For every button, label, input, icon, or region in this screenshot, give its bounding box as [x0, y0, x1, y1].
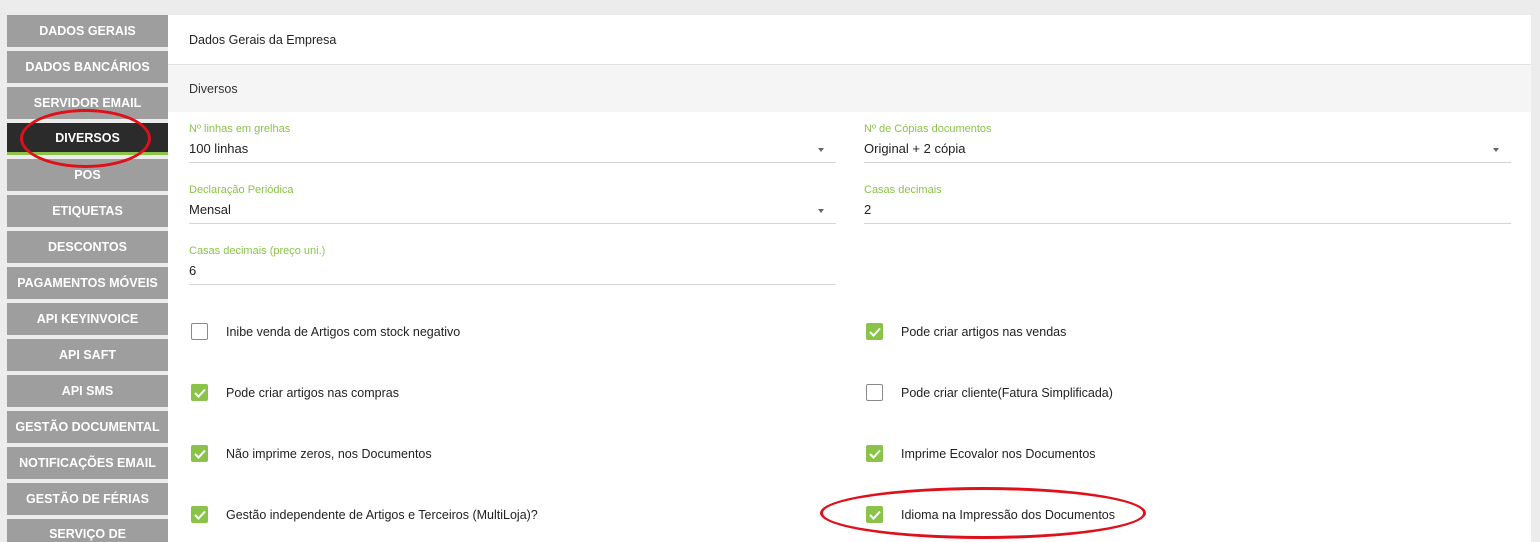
dropdown-caret-icon — [818, 209, 824, 213]
multiloja-checkbox[interactable]: Gestão independente de Artigos e Terceir… — [191, 506, 538, 523]
casas-decimais-preco-label: Casas decimais (preço uni.) — [189, 245, 326, 257]
criar-artigos-vendas-label: Pode criar artigos nas vendas — [901, 324, 1067, 339]
sidebar-item-dados-gerais[interactable]: DADOS GERAIS — [7, 15, 168, 47]
dropdown-caret-icon — [1493, 148, 1499, 152]
checkbox-checked-icon[interactable] — [191, 445, 208, 462]
sidebar-item-api-sms[interactable]: API SMS — [7, 375, 168, 407]
sidebar-item-pos[interactable]: POS — [7, 159, 168, 191]
copias-documentos-label: Nº de Cópias documentos — [864, 123, 992, 135]
checkbox-unchecked-icon[interactable] — [191, 323, 208, 340]
sidebar-item-api-saft[interactable]: API SAFT — [7, 339, 168, 371]
casas-decimais-value: 2 — [864, 202, 872, 217]
declaracao-periodica-value: Mensal — [189, 202, 231, 217]
declaracao-periodica-select[interactable]: Declaração Periódica Mensal — [189, 184, 836, 224]
criar-artigos-compras-label: Pode criar artigos nas compras — [226, 385, 399, 400]
criar-cliente-checkbox[interactable]: Pode criar cliente(Fatura Simplificada) — [866, 384, 1113, 401]
casas-decimais-label: Casas decimais — [864, 184, 942, 196]
casas-decimais-preco-value: 6 — [189, 263, 197, 278]
nao-imprime-zeros-checkbox[interactable]: Não imprime zeros, nos Documentos — [191, 445, 432, 462]
sidebar-item-gestao-documental[interactable]: GESTÃO DOCUMENTAL — [7, 411, 168, 443]
sidebar-item-servidor-email[interactable]: SERVIDOR EMAIL — [7, 87, 168, 119]
nao-imprime-zeros-label: Não imprime zeros, nos Documentos — [226, 446, 432, 461]
multiloja-label: Gestão independente de Artigos e Terceir… — [226, 507, 538, 522]
checkbox-unchecked-icon[interactable] — [866, 384, 883, 401]
copias-documentos-value: Original + 2 cópia — [864, 141, 966, 156]
settings-panel: Dados Gerais da Empresa Diversos Nº linh… — [168, 15, 1531, 542]
sidebar-item-gestao-ferias[interactable]: GESTÃO DE FÉRIAS — [7, 483, 168, 515]
sidebar-item-notificacoes-email[interactable]: NOTIFICAÇÕES EMAIL — [7, 447, 168, 479]
sidebar-item-dados-bancarios[interactable]: DADOS BANCÁRIOS — [7, 51, 168, 83]
declaracao-periodica-label: Declaração Periódica — [189, 184, 294, 196]
sidebar-item-api-keyinvoice[interactable]: API KEYINVOICE — [7, 303, 168, 335]
sidebar-item-diversos[interactable]: DIVERSOS — [7, 123, 168, 155]
checkbox-checked-icon[interactable] — [866, 323, 883, 340]
sidebar-item-servico[interactable]: SERVIÇO DE — [7, 519, 168, 542]
criar-artigos-vendas-checkbox[interactable]: Pode criar artigos nas vendas — [866, 323, 1066, 340]
linhas-grelhas-value: 100 linhas — [189, 141, 249, 156]
idioma-impressao-label: Idioma na Impressão dos Documentos — [901, 507, 1115, 522]
copias-documentos-select[interactable]: Nº de Cópias documentos Original + 2 cóp… — [864, 123, 1511, 163]
checkbox-checked-icon[interactable] — [191, 384, 208, 401]
sidebar-item-etiquetas[interactable]: ETIQUETAS — [7, 195, 168, 227]
sidebar-item-descontos[interactable]: DESCONTOS — [7, 231, 168, 263]
inibe-venda-label: Inibe venda de Artigos com stock negativ… — [226, 324, 461, 339]
casas-decimais-preco-input[interactable]: Casas decimais (preço uni.) 6 — [189, 245, 836, 285]
dropdown-caret-icon — [818, 148, 824, 152]
checkbox-checked-icon[interactable] — [866, 506, 883, 523]
linhas-grelhas-label: Nº linhas em grelhas — [189, 123, 291, 135]
criar-artigos-compras-checkbox[interactable]: Pode criar artigos nas compras — [191, 384, 399, 401]
criar-cliente-label: Pode criar cliente(Fatura Simplificada) — [901, 385, 1113, 400]
sidebar-item-pagamentos-moveis[interactable]: PAGAMENTOS MÓVEIS — [7, 267, 168, 299]
inibe-venda-checkbox[interactable]: Inibe venda de Artigos com stock negativ… — [191, 323, 460, 340]
imprime-ecovalor-checkbox[interactable]: Imprime Ecovalor nos Documentos — [866, 445, 1096, 462]
casas-decimais-input[interactable]: Casas decimais 2 — [864, 184, 1511, 224]
imprime-ecovalor-label: Imprime Ecovalor nos Documentos — [901, 446, 1096, 461]
section-title: Diversos — [168, 65, 1531, 112]
linhas-grelhas-select[interactable]: Nº linhas em grelhas 100 linhas — [189, 123, 836, 163]
checkbox-checked-icon[interactable] — [191, 506, 208, 523]
idioma-impressao-checkbox[interactable]: Idioma na Impressão dos Documentos — [866, 506, 1115, 523]
settings-sidebar: DADOS GERAIS DADOS BANCÁRIOS SERVIDOR EM… — [7, 15, 168, 542]
panel-title: Dados Gerais da Empresa — [168, 15, 1531, 65]
checkbox-checked-icon[interactable] — [866, 445, 883, 462]
